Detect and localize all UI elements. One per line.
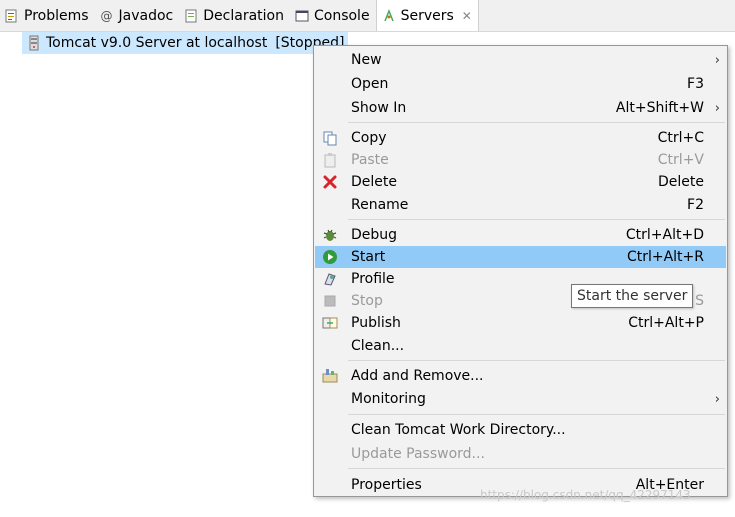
- debug-bug-icon: [322, 227, 338, 243]
- watermark-text: https://blog.csdn.net/qq_42297143: [480, 488, 691, 502]
- start-tooltip: Start the server: [571, 284, 694, 308]
- menu-item-update-password[interactable]: Update Password...: [315, 443, 726, 465]
- add-remove-icon: [322, 368, 338, 384]
- delete-icon: [322, 174, 338, 190]
- menu-item-publish[interactable]: Publish Ctrl+Alt+P: [315, 312, 726, 334]
- close-icon[interactable]: ✕: [462, 9, 472, 23]
- menu-item-clean-work-dir[interactable]: Clean Tomcat Work Directory...: [315, 419, 726, 441]
- menu-separator: [348, 360, 725, 361]
- tab-console[interactable]: Console: [290, 0, 376, 31]
- menu-item-show-in[interactable]: Show In Alt+Shift+W ›: [315, 97, 726, 119]
- tab-label: Javadoc: [118, 7, 174, 24]
- context-menu: New › Open F3 Show In Alt+Shift+W › Copy…: [313, 45, 728, 497]
- stop-icon: [322, 293, 338, 309]
- paste-icon: [322, 152, 338, 168]
- menu-item-copy[interactable]: Copy Ctrl+C: [315, 127, 726, 149]
- menu-item-new[interactable]: New ›: [315, 49, 726, 71]
- menu-item-monitoring[interactable]: Monitoring ›: [315, 388, 726, 410]
- start-play-icon: [322, 249, 338, 265]
- tomcat-server-icon: [26, 35, 42, 51]
- view-tab-bar: Problems @ Javadoc Declaration Console S…: [0, 0, 735, 32]
- menu-item-clean[interactable]: Clean...: [315, 335, 726, 357]
- chevron-right-icon: ›: [714, 391, 720, 407]
- servers-icon: [381, 8, 397, 24]
- tab-label: Problems: [24, 7, 89, 24]
- tab-label: Console: [313, 7, 370, 24]
- declaration-icon: [183, 8, 199, 24]
- publish-icon: [322, 315, 338, 331]
- menu-separator: [348, 468, 725, 469]
- tab-declaration[interactable]: Declaration: [179, 0, 290, 31]
- tab-javadoc[interactable]: @ Javadoc: [95, 0, 180, 31]
- menu-item-debug[interactable]: Debug Ctrl+Alt+D: [315, 224, 726, 246]
- menu-separator: [348, 219, 725, 220]
- menu-item-start[interactable]: Start Ctrl+Alt+R: [315, 246, 726, 268]
- problems-icon: [4, 8, 20, 24]
- server-tree-item[interactable]: Tomcat v9.0 Server at localhost [Stopped…: [22, 32, 349, 54]
- profile-icon: [322, 271, 338, 287]
- tab-problems[interactable]: Problems: [0, 0, 95, 31]
- javadoc-icon: @: [100, 8, 113, 23]
- menu-separator: [348, 122, 725, 123]
- server-label: Tomcat v9.0 Server at localhost: [46, 35, 268, 51]
- chevron-right-icon: ›: [714, 52, 720, 68]
- console-icon: [294, 8, 310, 24]
- tab-label: Declaration: [203, 7, 284, 24]
- menu-item-delete[interactable]: Delete Delete: [315, 171, 726, 193]
- menu-separator: [348, 414, 725, 415]
- menu-item-paste[interactable]: Paste Ctrl+V: [315, 149, 726, 171]
- tab-label: Servers: [400, 7, 454, 24]
- menu-item-add-remove[interactable]: Add and Remove...: [315, 365, 726, 387]
- menu-item-rename[interactable]: Rename F2: [315, 194, 726, 216]
- copy-icon: [322, 130, 338, 146]
- menu-item-open[interactable]: Open F3: [315, 73, 726, 95]
- chevron-right-icon: ›: [714, 100, 720, 116]
- tab-servers[interactable]: Servers ✕: [375, 0, 479, 31]
